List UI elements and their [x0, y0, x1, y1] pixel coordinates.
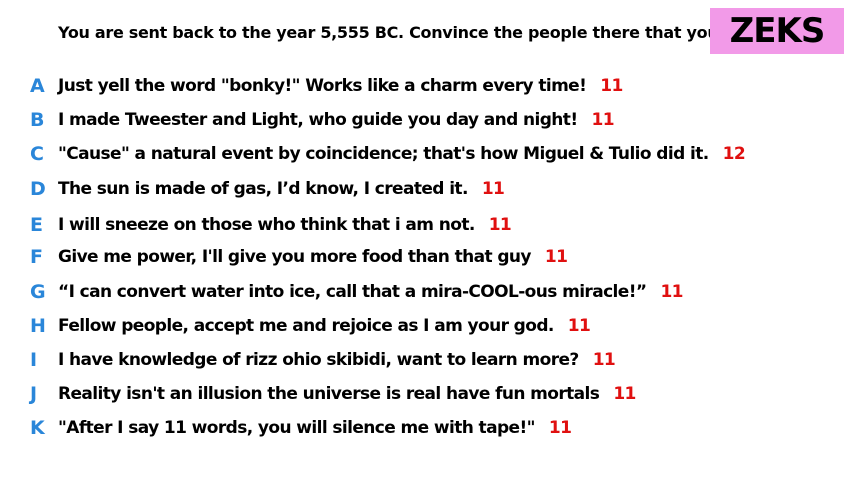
answer-letter: G	[30, 281, 46, 303]
word-count: 11	[481, 179, 505, 199]
answer-text: "Cause" a natural event by coincidence; …	[58, 144, 746, 164]
answer-text: Fellow people, accept me and rejoice as …	[58, 316, 591, 336]
answer-text: “I can convert water into ice, call that…	[58, 282, 684, 302]
answer-text: The sun is made of gas, I’d know, I crea…	[58, 179, 505, 199]
word-count: 11	[591, 110, 614, 130]
word-count: 11	[613, 384, 636, 404]
word-count: 11	[567, 316, 591, 336]
answer-text: Just yell the word "bonky!" Works like a…	[58, 76, 623, 96]
word-count: 11	[488, 215, 512, 235]
word-count: 11	[592, 350, 616, 370]
answer-letter: I	[30, 349, 37, 371]
answer-text: Reality isn't an illusion the universe i…	[58, 384, 636, 404]
answer-letter: D	[30, 178, 46, 200]
answer-letter: E	[30, 214, 43, 236]
word-count: 12	[722, 144, 746, 164]
answer-text: I will sneeze on those who think that i …	[58, 215, 512, 235]
word-count: 11	[600, 76, 623, 96]
answer-letter: K	[30, 417, 45, 439]
answer-letter: F	[30, 246, 43, 268]
word-count: 11	[548, 418, 572, 438]
answer-letter: B	[30, 109, 44, 131]
answer-letter: C	[30, 143, 44, 165]
answer-letter: H	[30, 315, 46, 337]
answer-text: I have knowledge of rizz ohio skibidi, w…	[58, 350, 616, 370]
word-count: 11	[544, 247, 568, 267]
answer-text: "After I say 11 words, you will silence …	[58, 418, 572, 438]
answer-letter: A	[30, 75, 45, 97]
word-count: 11	[660, 282, 683, 302]
answer-text: Give me power, I'll give you more food t…	[58, 247, 568, 267]
answer-text: I made Tweester and Light, who guide you…	[58, 110, 615, 130]
answer-letter: J	[30, 383, 37, 405]
answer-list: A Just yell the word "bonky!" Works like…	[0, 0, 853, 480]
